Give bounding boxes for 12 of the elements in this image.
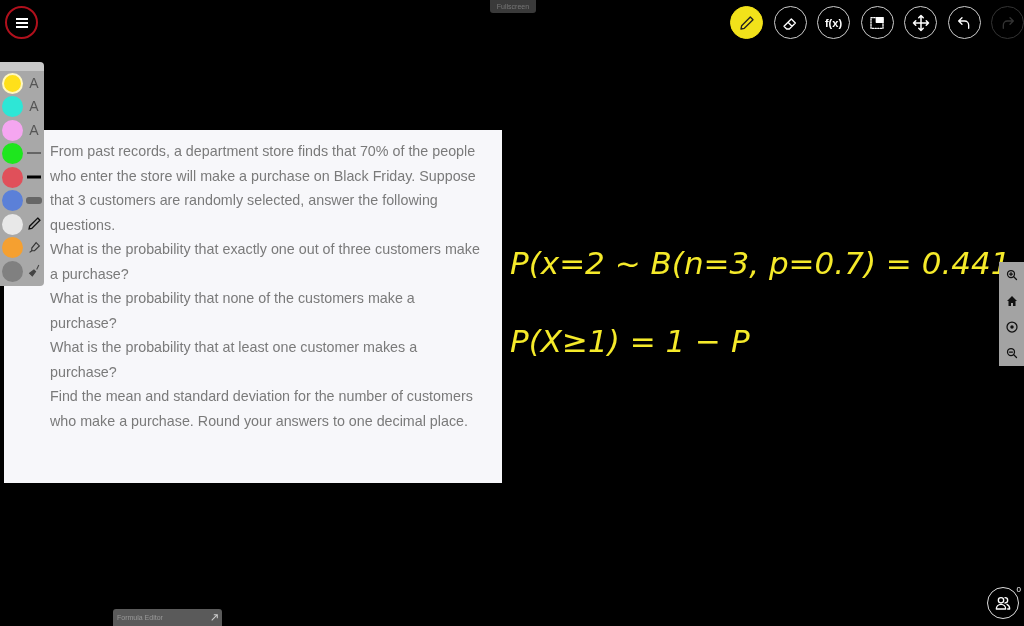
text-size-option[interactable]: A — [29, 98, 39, 115]
question-text: What is the probability that exactly one out of three customers make a purchase? — [50, 240, 481, 284]
participant-count: 0 — [1015, 585, 1022, 594]
question-text: From past records, a department store finds that 70% of the people who enter the store will make a purchase on Black Friday. Suppose that 3 customers are randomly selected, answer the following questions. — [50, 142, 477, 235]
participants-button[interactable]: 0 — [987, 587, 1019, 619]
question-text: What is the probability that at least one customer makes a purchase? — [50, 338, 419, 382]
text-size-option[interactable]: A — [29, 74, 39, 91]
question-text: Find the mean and standard deviation for the number of customers who make a purchase. Round your answers to one decimal place. — [50, 387, 474, 431]
question-text: What is the probability that none of the customers make a purchase? — [50, 289, 416, 333]
text-size-option[interactable]: A — [29, 121, 39, 138]
formula-tool-button[interactable]: f(x) — [817, 6, 850, 39]
handwritten-equation: P(X≥1) = 1 − P — [510, 323, 750, 359]
